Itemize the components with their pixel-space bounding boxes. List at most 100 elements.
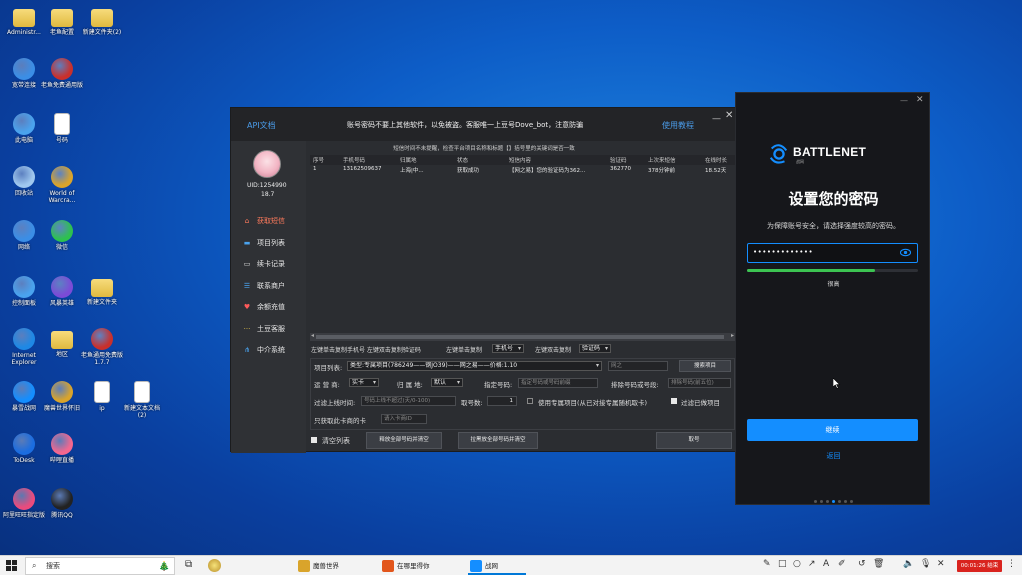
circle-tool-icon[interactable]: ○ — [793, 559, 801, 569]
filter-time-input[interactable]: 号码上线不超过(天/0-100) — [361, 396, 456, 406]
sidebar-item[interactable]: ⌂ 获取短信 — [243, 216, 285, 226]
get-number-button[interactable]: 取号 — [656, 432, 732, 449]
scrollbar-thumb[interactable] — [316, 335, 724, 339]
filter-used-checkbox[interactable] — [671, 398, 677, 404]
desktop-icon[interactable]: 新建文件夹(2) — [80, 6, 124, 36]
specify-number-input[interactable]: 指定号码或号码前缀 — [518, 378, 598, 388]
pager-dot[interactable] — [850, 500, 853, 503]
pager-dot[interactable] — [820, 500, 823, 503]
pager-dot[interactable] — [814, 500, 817, 503]
exclude-number-input[interactable]: 排除号码(前五位) — [668, 378, 731, 388]
taskbar-app[interactable]: 在哪里得你 — [380, 557, 458, 575]
pen-tool-icon[interactable]: ✎ — [763, 559, 771, 569]
sidebar-item[interactable]: ▬ 项目列表 — [243, 238, 285, 248]
desktop-icon[interactable]: 新建文本文档(2) — [120, 381, 164, 419]
project-search-input[interactable]: 网之 — [608, 361, 668, 371]
column-header[interactable]: 归属地 — [400, 156, 417, 164]
highlighter-tool-icon[interactable]: ✐ — [838, 559, 846, 569]
table-cell: 获取成功 — [457, 168, 480, 174]
folder-icon — [91, 279, 113, 297]
close-annotation-icon[interactable]: ✕ — [937, 559, 945, 569]
rectangle-tool-icon[interactable]: □ — [778, 559, 787, 569]
desktop-icon[interactable]: 微信 — [40, 220, 84, 251]
desktop-icon[interactable]: 风暴英雄 — [40, 276, 84, 307]
desktop-icon[interactable]: 新建文件夹 — [80, 276, 124, 306]
sidebar-item[interactable]: ··· 土豆客服 — [243, 324, 285, 334]
release-all-button[interactable]: 释放全部号码并清空 — [366, 432, 442, 449]
clear-list-checkbox[interactable] — [311, 437, 317, 443]
taskbar-app[interactable]: 战网 — [468, 557, 526, 575]
column-header[interactable]: 状态 — [457, 156, 468, 164]
pager-dot[interactable] — [838, 500, 841, 503]
desktop-icon-label: 号码 — [55, 137, 68, 144]
desktop-icon[interactable]: 老鱼免费通用版 — [40, 58, 84, 89]
trash-icon[interactable]: 🗑 — [873, 559, 884, 569]
clear-list-label: 清空列表 — [322, 437, 350, 445]
text-tool-icon[interactable]: A — [823, 559, 829, 569]
show-password-eye-icon[interactable] — [900, 247, 911, 258]
desktop-icon[interactable]: 魔兽世界怀旧 — [40, 381, 84, 412]
undo-icon[interactable]: ↺ — [858, 559, 866, 569]
continue-button[interactable]: 继续 — [747, 419, 918, 441]
blacklist-all-button[interactable]: 拉黑放全部号码并清空 — [458, 432, 538, 449]
taskbar-app[interactable]: 魔兽世界 — [296, 557, 368, 575]
column-header[interactable]: 序号 — [313, 156, 324, 164]
pager-dot[interactable] — [844, 500, 847, 503]
column-header[interactable]: 短信内容 — [509, 156, 531, 164]
use-exclusive-label: 使用专属项目(从已对接专属随机取卡) — [538, 399, 648, 407]
desktop-icon[interactable]: 腾讯QQ — [40, 488, 84, 519]
sidebar-item[interactable]: ▭ 续卡记录 — [243, 259, 285, 269]
column-header[interactable]: 验证码 — [610, 156, 627, 164]
recording-stop-button[interactable]: 00:01:26 结束 — [957, 560, 1002, 572]
project-select[interactable]: 类型:专属项目(786249——钢JO39)——网之易——价格:1.10 — [347, 361, 602, 371]
pinned-app-icon[interactable] — [208, 559, 222, 573]
fish-app-icon — [51, 58, 73, 80]
sidebar-item[interactable]: ⋔ 中介系统 — [243, 345, 285, 355]
desktop-icon[interactable]: 号码 — [40, 113, 84, 144]
arrow-tool-icon[interactable]: ↗ — [808, 559, 816, 569]
horizontal-scrollbar[interactable]: ◂ ▸ — [310, 332, 735, 341]
task-view-icon[interactable]: ⧉ — [185, 559, 199, 573]
table-row[interactable]: 1 13162509637 上海|中... 获取成功 【网之易】您的验证码为362...… — [310, 165, 735, 175]
column-header[interactable]: 手机号码 — [343, 156, 365, 164]
ie-icon — [13, 328, 35, 350]
region-select[interactable]: 默认 — [431, 378, 463, 387]
sidebar-item[interactable]: ♥ 余额充值 — [243, 302, 285, 312]
pager-dot[interactable] — [832, 500, 835, 503]
flame-icon — [382, 560, 394, 572]
use-exclusive-checkbox[interactable] — [527, 398, 533, 404]
column-header[interactable]: 在线时长 — [705, 156, 727, 164]
pager-dot[interactable] — [826, 500, 829, 503]
desktop-icon[interactable]: ip — [80, 381, 124, 412]
close-button[interactable]: ✕ — [725, 110, 733, 121]
click-copy-select[interactable]: 手机号 — [492, 344, 524, 353]
minimize-button[interactable]: — — [712, 114, 721, 124]
carrier-select[interactable]: 实卡 — [349, 378, 379, 387]
desktop-icon[interactable]: 老鱼配置 — [40, 6, 84, 36]
dbl-copy-select[interactable]: 验证码 — [579, 344, 611, 353]
bnet-close-button[interactable]: ✕ — [916, 95, 924, 105]
mic-off-icon[interactable]: 🎙 — [920, 559, 931, 569]
password-field[interactable]: ••••••••••••• — [747, 243, 918, 263]
desktop-icon-label: 风暴英雄 — [49, 300, 74, 307]
more-icon[interactable]: ⋮ — [1007, 559, 1016, 569]
column-header[interactable]: 上次来短信 — [648, 156, 676, 164]
sub-notice: 短信时间不未提醒，检查平台项目名称和标题【】括号里的关键词是否一致 — [393, 146, 575, 152]
back-link[interactable]: 返回 — [736, 451, 931, 461]
tool-title-bar: API文档 账号密码不要上其他软件，以免被盗。客服唯一上豆号Dove_bot，注… — [231, 108, 737, 141]
taskbar-search[interactable]: ⌕ 搜索 🎄 — [25, 557, 175, 575]
card-merchant-input[interactable]: 请入卡商ID — [381, 414, 427, 424]
todesk-icon — [13, 433, 35, 455]
desktop-icon[interactable]: 地区 — [40, 328, 84, 358]
desktop-icon[interactable]: World of Warcra... — [40, 166, 84, 204]
api-doc-link[interactable]: API文档 — [247, 120, 276, 131]
desktop-icon[interactable]: 哔哩直播 — [40, 433, 84, 464]
sidebar-item[interactable]: ☰ 联系商户 — [243, 281, 285, 291]
bnet-minimize-button[interactable]: — — [900, 96, 908, 105]
tutorial-link[interactable]: 使用教程 — [662, 120, 694, 131]
volume-icon[interactable]: 🔈 — [903, 559, 914, 569]
search-project-button[interactable]: 搜索项目 — [679, 360, 731, 372]
windows-start-icon[interactable] — [6, 560, 17, 571]
count-input[interactable]: 1 — [487, 396, 517, 406]
desktop-icon[interactable]: 老鱼通用免费版1.7.7 — [80, 328, 124, 366]
